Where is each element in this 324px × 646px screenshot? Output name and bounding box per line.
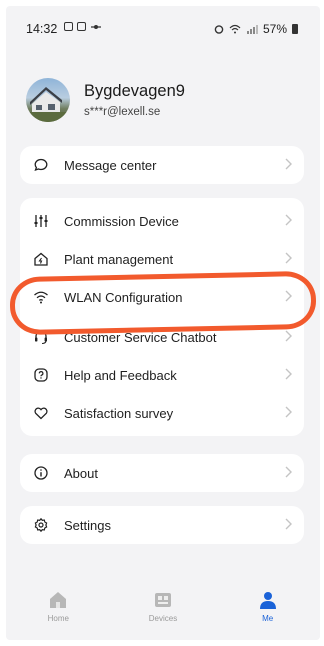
nav-label: Me (262, 614, 274, 623)
menu-item-customer-service-chatbot[interactable]: Customer Service Chatbot (20, 318, 304, 356)
nav-tab-home[interactable]: Home (18, 584, 98, 623)
avatar[interactable] (26, 78, 70, 122)
notification-icons (64, 22, 102, 32)
status-time: 14:32 (26, 22, 58, 36)
phone-screen: 14:32 57% Bygdevagen9 s***r@lexell.se Me… (6, 6, 320, 640)
menu-label: Commission Device (64, 213, 179, 229)
menu-label: Settings (64, 517, 111, 533)
menu-label: Message center (64, 157, 157, 173)
menu-item-help-and-feedback[interactable]: Help and Feedback (20, 356, 304, 394)
heart-icon (32, 404, 50, 422)
fan-icon (91, 25, 101, 29)
menu-label: Help and Feedback (64, 367, 177, 383)
signal-icon (246, 25, 258, 34)
image-icon (77, 22, 86, 31)
profile-email: s***r@lexell.se (84, 106, 161, 118)
sliders-icon (32, 212, 50, 230)
person-icon (259, 592, 276, 609)
chevron-right-icon (285, 290, 292, 302)
card-main-menu: Commission Device Plant management WLAN … (20, 198, 304, 436)
message-icon (32, 156, 50, 174)
headset-icon (32, 328, 50, 346)
nav-label: Home (47, 614, 69, 623)
menu-label: Customer Service Chatbot (64, 329, 217, 345)
nav-label: Devices (148, 614, 178, 623)
status-bar: 14:32 57% (6, 6, 320, 50)
menu-label: Satisfaction survey (64, 405, 174, 421)
alarm-icon (214, 25, 224, 34)
profile-header[interactable]: Bygdevagen9 s***r@lexell.se (26, 78, 306, 134)
menu-item-about[interactable]: About (20, 454, 304, 492)
chevron-right-icon (285, 330, 292, 342)
devices-icon (154, 593, 171, 607)
chevron-right-icon (285, 158, 292, 170)
battery-icon (292, 24, 298, 34)
menu-item-satisfaction-survey[interactable]: Satisfaction survey (20, 394, 304, 432)
wifi-icon (32, 288, 50, 306)
house-photo-icon (26, 87, 70, 122)
menu-label: Plant management (64, 251, 174, 267)
system-status: 57% (214, 22, 298, 36)
gear-icon (32, 516, 50, 534)
nav-tab-me[interactable]: Me (228, 584, 308, 623)
chevron-right-icon (285, 466, 292, 478)
menu-item-settings[interactable]: Settings (20, 506, 304, 544)
home-icon (50, 592, 67, 608)
help-icon (32, 366, 50, 384)
card-messages: Message center (20, 146, 304, 184)
menu-label: WLAN Configuration (64, 289, 183, 305)
card-about: About (20, 454, 304, 492)
notification-icon (64, 22, 73, 31)
battery-percent: 57% (262, 22, 287, 36)
bottom-navigation: Home Devices Me (6, 584, 320, 640)
chevron-right-icon (285, 406, 292, 418)
profile-name: Bygdevagen9 (84, 82, 185, 100)
chevron-right-icon (285, 252, 292, 264)
info-icon (32, 464, 50, 482)
menu-item-wlan-configuration[interactable]: WLAN Configuration (20, 278, 304, 316)
menu-label: About (64, 465, 98, 481)
menu-item-message-center[interactable]: Message center (20, 146, 304, 184)
menu-item-commission-device[interactable]: Commission Device (20, 202, 304, 240)
chevron-right-icon (285, 368, 292, 380)
wifi-icon (229, 24, 241, 34)
chevron-right-icon (285, 518, 292, 530)
menu-item-plant-management[interactable]: Plant management (20, 240, 304, 278)
card-settings: Settings (20, 506, 304, 544)
house-bolt-icon (32, 250, 50, 268)
chevron-right-icon (285, 214, 292, 226)
nav-tab-devices[interactable]: Devices (123, 584, 203, 623)
